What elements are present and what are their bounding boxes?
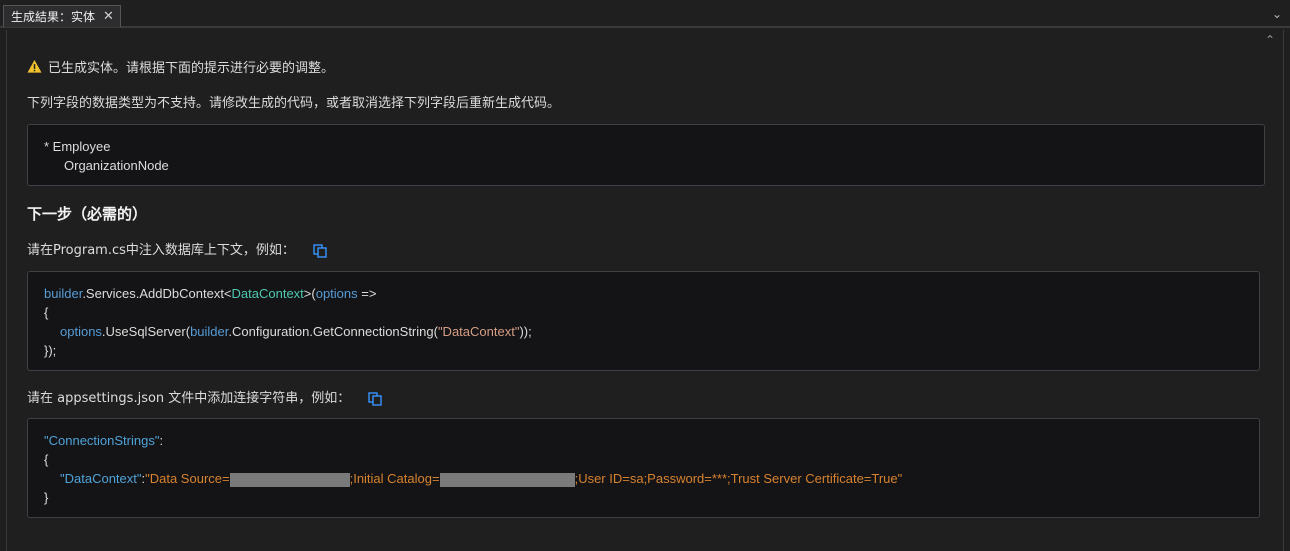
document-tab-bar: 生成結果：实体 ✕ ⌄ <box>0 0 1290 28</box>
appsettings-code-block[interactable]: "ConnectionStrings": { "DataContext":"Da… <box>27 418 1260 518</box>
code-line-4: }); <box>44 343 57 358</box>
code-line-1: builder.Services.AddDbContext<DataContex… <box>44 286 377 301</box>
redacted-data-source <box>229 472 350 487</box>
json-line-2: { <box>44 452 49 467</box>
warning-triangle-icon <box>27 59 42 73</box>
copy-icon[interactable] <box>368 391 383 406</box>
program-instruction-text: 请在Program.cs中注入数据库上下文，例如： <box>27 243 295 258</box>
tab-title: 生成結果：实体 <box>11 10 96 24</box>
appsettings-instruction-row: 请在 appsettings.json 文件中添加连接字符串，例如： <box>27 387 383 406</box>
json-line-1: "ConnectionStrings": <box>44 433 164 448</box>
unsupported-fields-message: 下列字段的数据类型为不支持。请修改生成的代码，或者取消选择下列字段后重新生成代码… <box>27 96 561 111</box>
warning-message: 已生成实体。请根据下面的提示进行必要的调整。 <box>27 57 334 76</box>
warning-text: 已生成实体。请根据下面的提示进行必要的调整。 <box>48 61 335 76</box>
chevron-up-icon[interactable]: ⌃ <box>1265 33 1275 47</box>
tab-generation-result[interactable]: 生成結果：实体 ✕ <box>3 5 121 27</box>
redacted-catalog <box>439 472 575 487</box>
field-name: OrganizationNode <box>64 158 169 173</box>
program-code-block[interactable]: builder.Services.AddDbContext<DataContex… <box>27 271 1260 371</box>
copy-icon[interactable] <box>313 243 327 258</box>
json-line-3: "DataContext":"Data Source= ;Initial Cata… <box>60 471 903 487</box>
close-icon[interactable]: ✕ <box>103 10 114 23</box>
appsettings-instruction-text: 请在 appsettings.json 文件中添加连接字符串，例如： <box>27 391 351 406</box>
next-step-heading: 下一步（必需的） <box>27 205 148 223</box>
entity-name: * Employee <box>44 139 111 154</box>
code-line-3: options.UseSqlServer(builder.Configurati… <box>60 324 532 339</box>
chevron-down-icon[interactable]: ⌄ <box>1272 8 1282 20</box>
program-instruction-row: 请在Program.cs中注入数据库上下文，例如： <box>27 239 327 258</box>
result-panel: ⌃ 已生成实体。请根据下面的提示进行必要的调整。 下列字段的数据类型为不支持。请… <box>6 30 1284 551</box>
unsupported-fields-box: * Employee OrganizationNode <box>27 124 1265 186</box>
json-line-4: } <box>44 490 49 505</box>
code-line-2: { <box>44 305 49 320</box>
